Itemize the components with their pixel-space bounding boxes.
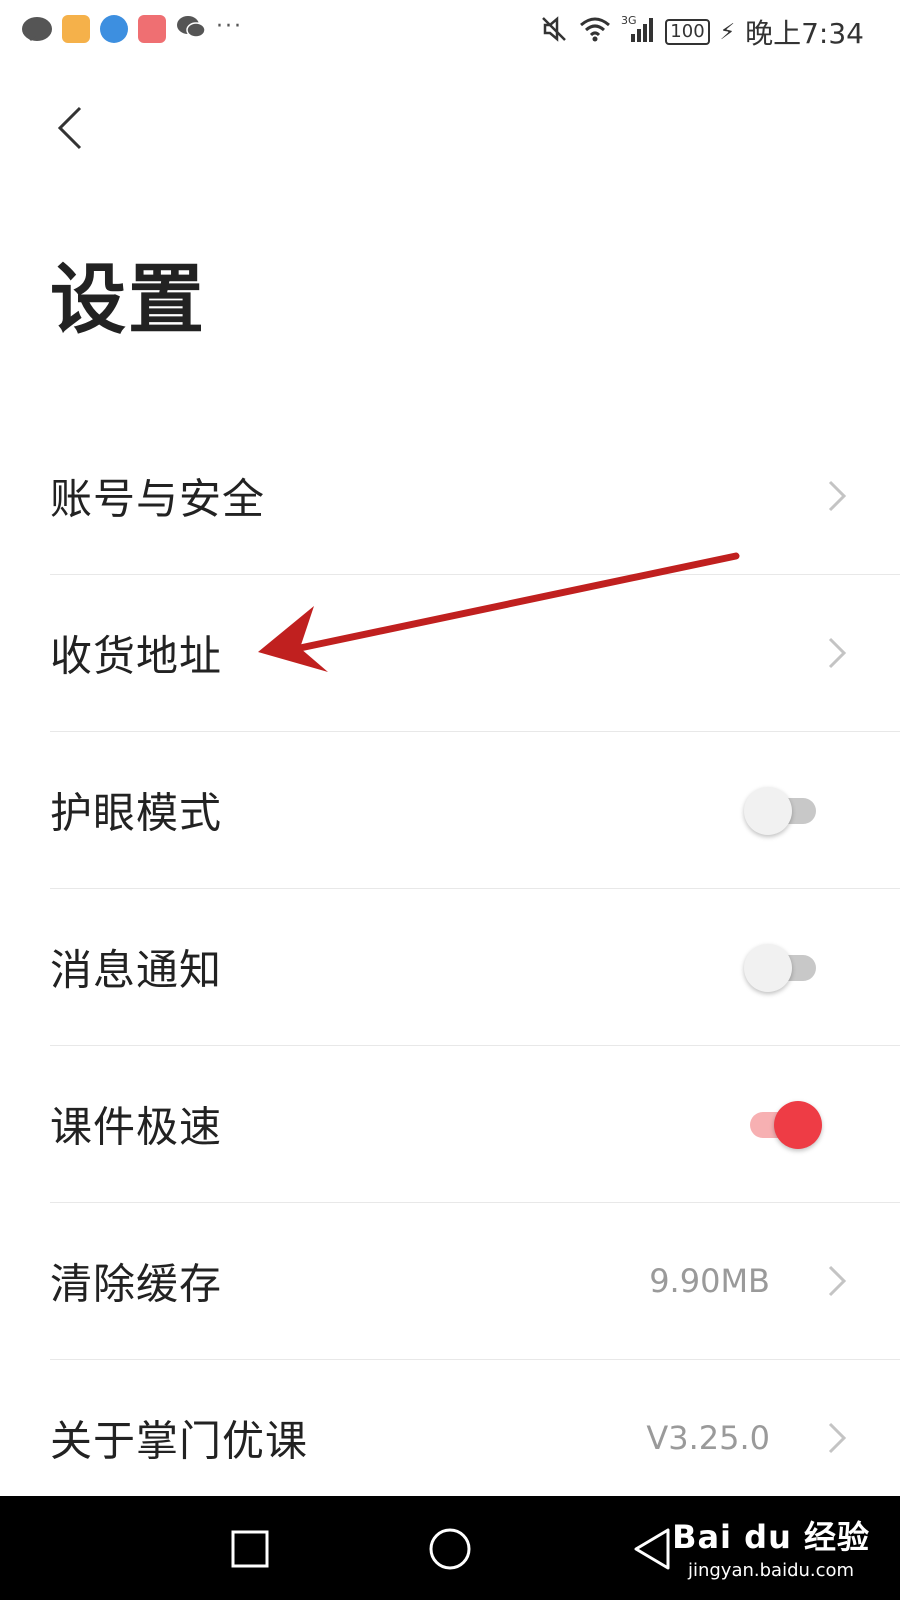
settings-item-label: 收货地址 [50,631,223,681]
eye-protection-toggle[interactable] [744,787,822,835]
app-version-value: V3.25.0 [646,1419,770,1457]
chevron-right-icon [828,637,847,669]
settings-item-notifications: 消息通知 [50,889,900,1046]
battery-indicator: 100 [665,19,710,45]
settings-item-about[interactable]: 关于掌门优课 V3.25.0 [50,1360,900,1516]
wechat-icon [176,14,206,44]
settings-item-label: 账号与安全 [50,474,266,524]
more-notifications-icon: ··· [216,13,243,39]
page-title: 设置 [50,255,206,344]
system-navigation-bar: Bai du 经验 jingyan.baidu.com [0,1496,900,1600]
settings-item-eye-protection: 护眼模式 [50,732,900,889]
message-icon [22,17,52,41]
home-button[interactable] [425,1524,475,1574]
status-time: 晚上7:34 [745,17,864,50]
settings-item-account-security[interactable]: 账号与安全 [50,418,900,575]
charging-icon: ⚡ [719,19,736,45]
watermark-url: jingyan.baidu.com [687,1560,855,1581]
chevron-right-icon [828,1265,847,1297]
wallet-icon [138,15,166,43]
mute-icon [539,14,569,51]
courseware-speed-toggle[interactable] [744,1101,822,1149]
svg-text:3G: 3G [621,14,637,27]
baidu-jingyan-watermark: Bai du 经验 jingyan.baidu.com [672,1512,870,1581]
chevron-left-icon [57,106,82,150]
notifications-toggle[interactable] [744,944,822,992]
chevron-right-icon [828,480,847,512]
settings-item-courseware-speed: 课件极速 [50,1046,900,1203]
settings-item-label: 课件极速 [50,1102,223,1152]
settings-screen: ··· 3G 100 ⚡ 晚上7:34 设置 账号与安全 收货地址 护眼模式 消… [0,0,900,1600]
settings-item-label: 关于掌门优课 [50,1416,309,1466]
settings-item-label: 护眼模式 [50,788,223,838]
cache-size-value: 9.90MB [649,1262,770,1300]
app-notification-icon [62,15,90,43]
nav-back-button[interactable] [628,1524,678,1574]
settings-list: 账号与安全 收货地址 护眼模式 消息通知 课件极速 清除缓存 9.90MB 关于… [50,418,900,1516]
settings-item-label: 清除缓存 [50,1259,223,1309]
settings-item-clear-cache[interactable]: 清除缓存 9.90MB [50,1203,900,1360]
watermark-logo-text: Bai du 经验 [672,1518,870,1556]
status-bar: ··· 3G 100 ⚡ 晚上7:34 [0,0,900,62]
settings-item-shipping-address[interactable]: 收货地址 [50,575,900,732]
browser-icon [100,15,128,43]
wifi-icon [579,15,611,50]
chevron-right-icon [828,1422,847,1454]
signal-icon: 3G [621,14,655,51]
recent-apps-button[interactable] [225,1524,275,1574]
settings-item-label: 消息通知 [50,945,223,995]
back-button[interactable] [44,100,100,156]
